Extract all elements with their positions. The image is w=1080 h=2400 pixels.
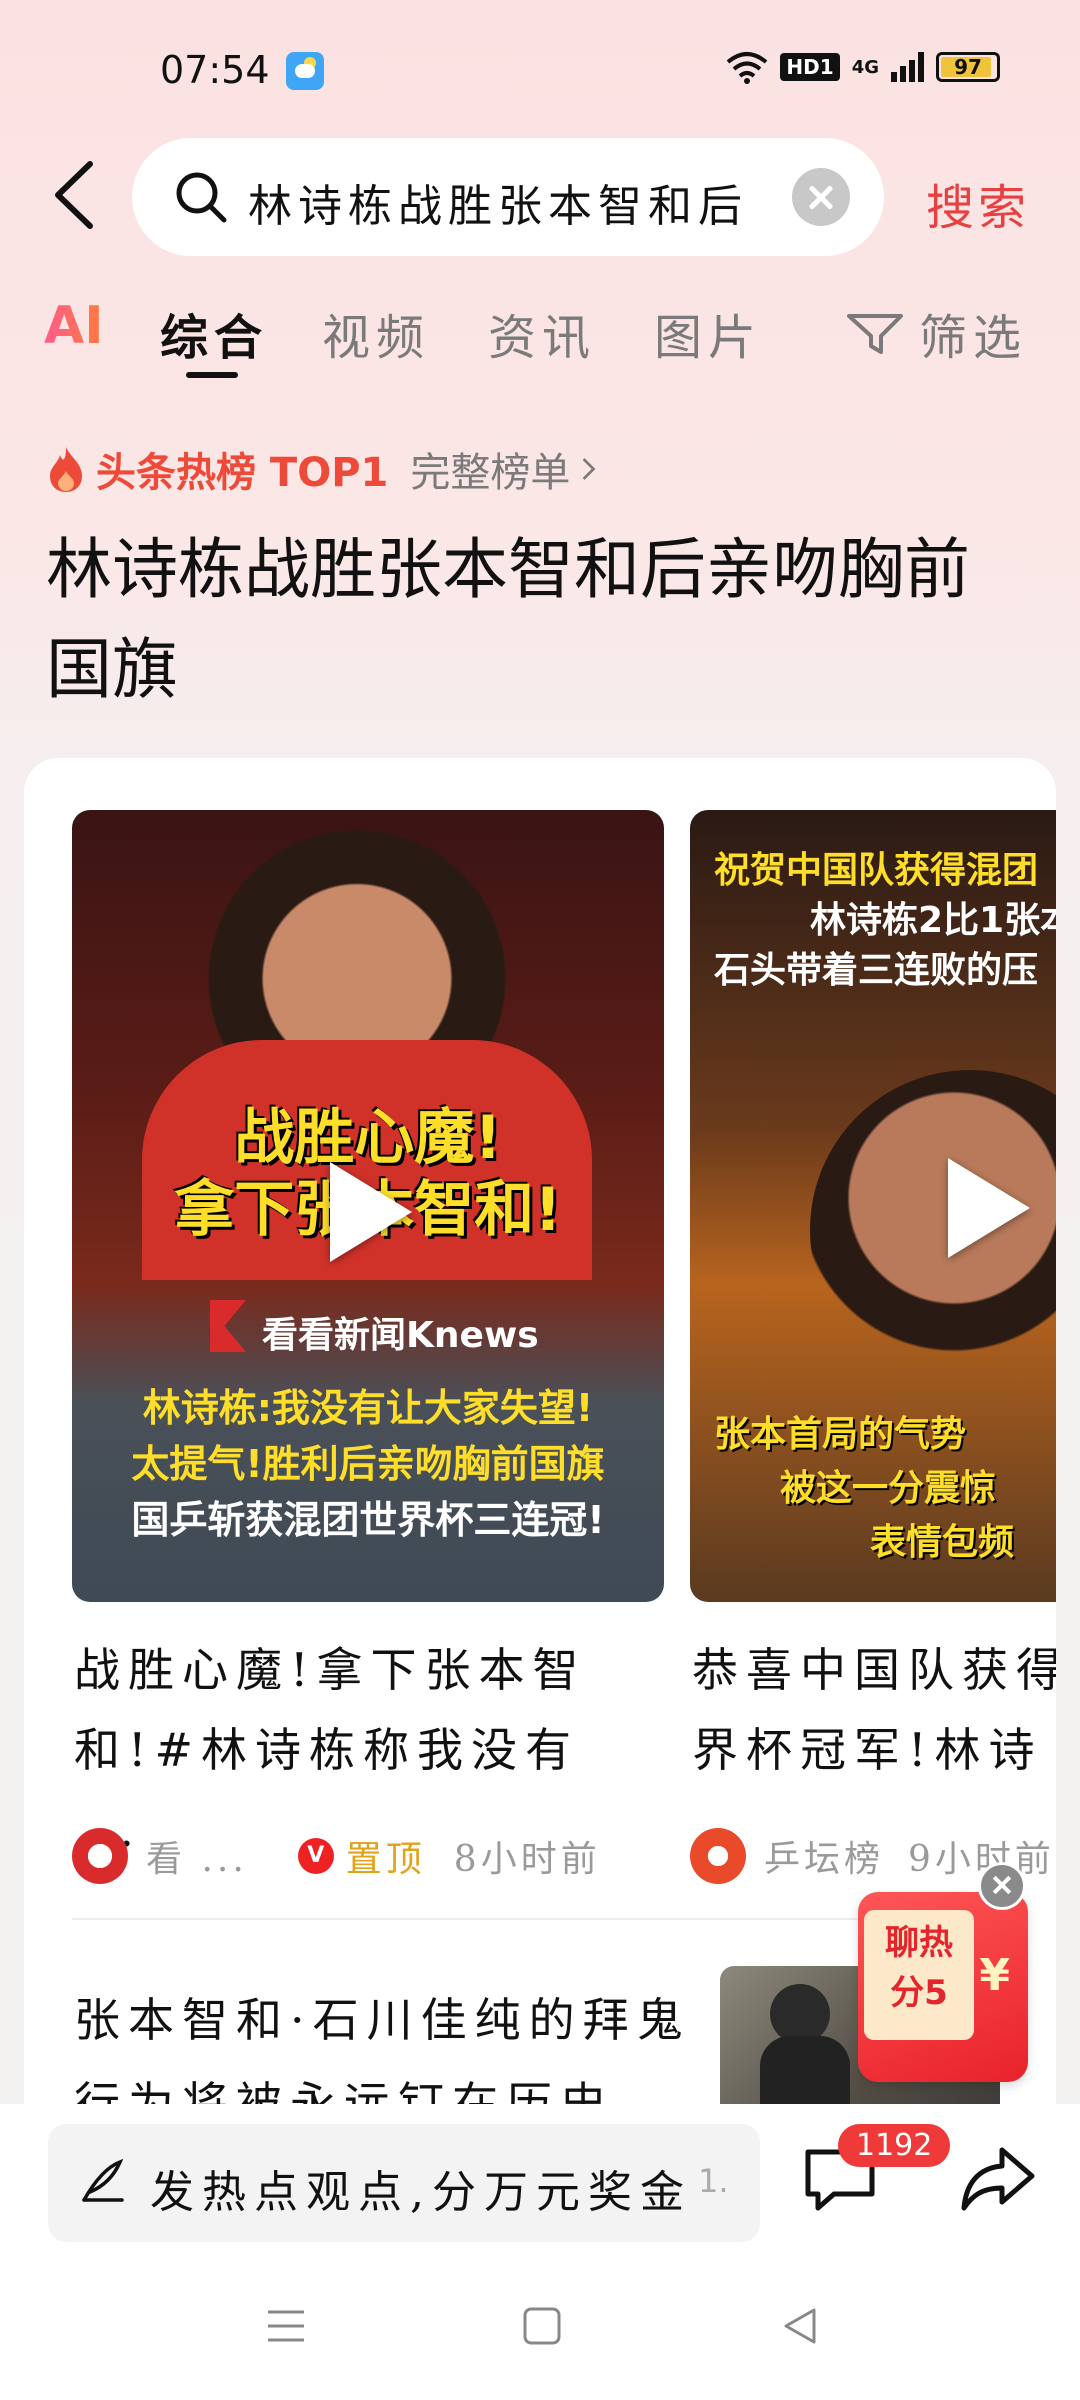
comment-count-badge: 1192 <box>838 2124 951 2167</box>
yen-icon: ¥ <box>979 1950 1010 2001</box>
comment-placeholder: 发热点观点,分万元奖金 <box>150 2167 692 2218</box>
hot-rank-row[interactable]: 头条热榜 TOP1 完整榜单 <box>46 440 598 498</box>
search-input[interactable]: 林诗栋战胜张本智和后 <box>132 138 884 256</box>
active-tab-indicator <box>186 372 238 378</box>
play-icon <box>330 1162 412 1262</box>
share-icon[interactable] <box>958 2144 1038 2214</box>
fire-icon <box>50 447 82 492</box>
wifi-icon <box>727 52 768 84</box>
tab-ai[interactable]: AI <box>44 296 104 356</box>
thumb-figure <box>770 1984 830 2044</box>
battery-level: 97 <box>954 55 982 79</box>
comment-bar: 发热点观点,分万元奖金 1. 1192 <box>0 2104 1080 2254</box>
clear-search-button[interactable] <box>792 168 850 226</box>
filter-icon <box>847 314 903 354</box>
system-nav-bar <box>0 2254 1080 2400</box>
video-brand: 看看新闻Knews <box>262 1315 539 1356</box>
source-name[interactable]: 看 ... <box>146 1830 248 1882</box>
video-caption-3: 国乒斩获混团世界杯三连冠! <box>131 1498 605 1542</box>
result-title-2[interactable]: 恭喜中国队获得 界杯冠军!林诗 <box>692 1630 1056 1790</box>
source-avatar[interactable] <box>690 1828 746 1884</box>
play-icon <box>948 1158 1030 1258</box>
menu-icon[interactable] <box>266 2306 306 2346</box>
video2-overlay-2: 林诗栋2比1张本 <box>810 900 1056 941</box>
red-envelope-button[interactable]: 聊热 分5 ¥ <box>858 1892 1028 2082</box>
status-icons: HD1 4G 97 <box>726 50 1000 84</box>
search-button[interactable]: 搜索 <box>926 168 1030 238</box>
comment-hint: 1. <box>698 2162 729 2200</box>
result-meta-1: 看 ... V 置顶 8小时前 <box>72 1828 601 1884</box>
video2-overlay-4: 张本首局的气势 <box>714 1414 967 1455</box>
network-type: 4G <box>851 56 879 78</box>
filter-label: 筛选 <box>919 310 1028 366</box>
knews-logo-icon <box>210 1300 246 1352</box>
battery-icon: 97 <box>936 52 1000 82</box>
filter-button[interactable]: 筛选 <box>845 298 1027 368</box>
red-envelope-line-2: 分5 <box>890 1973 948 2013</box>
hot-rank-label: 头条热榜 TOP1 <box>96 450 389 496</box>
pen-icon <box>82 2158 124 2202</box>
verified-badge-icon: V <box>297 1838 334 1874</box>
comment-input[interactable]: 发热点观点,分万元奖金 1. <box>48 2124 760 2242</box>
publish-time: 8小时前 <box>453 1839 601 1880</box>
back-arrow-icon[interactable] <box>50 160 100 230</box>
video-thumbnail-2[interactable]: 祝贺中国队获得混团 林诗栋2比1张本 石头带着三连败的压 张本首局的气势 被这一… <box>690 810 1056 1602</box>
red-envelope-line-1: 聊热 <box>885 1923 953 1963</box>
video2-overlay-3: 石头带着三连败的压 <box>714 950 1039 991</box>
result-title-2-line-1: 恭喜中国队获得 <box>692 1643 1056 1697</box>
red-envelope-card: 聊热 分5 <box>864 1910 974 2040</box>
status-bar: 07:54 HD1 4G 97 <box>0 0 1080 130</box>
tab-comprehensive[interactable]: 综合 <box>160 298 268 368</box>
weather-icon <box>286 52 324 90</box>
home-icon[interactable] <box>522 2306 562 2346</box>
signal-icon <box>891 52 924 82</box>
full-ranking-link[interactable]: 完整榜单 <box>410 440 570 498</box>
video-thumbnail-1[interactable]: 战胜心魔! 拿下张本智和! 看看新闻Knews 林诗栋:我没有让大家失望! 太提… <box>72 810 664 1602</box>
result-title-2-line-2: 界杯冠军!林诗 <box>692 1723 1043 1777</box>
video2-overlay-6: 表情包频 <box>870 1522 1015 1563</box>
tab-news[interactable]: 资讯 <box>488 298 596 368</box>
source-avatar[interactable] <box>72 1828 128 1884</box>
video2-overlay-5: 被这一分震惊 <box>780 1468 997 1509</box>
back-icon[interactable] <box>780 2306 820 2346</box>
tab-video[interactable]: 视频 <box>322 298 430 368</box>
video-caption-1: 林诗栋:我没有让大家失望! <box>142 1386 594 1430</box>
result-tabs: AI 综合 视频 资讯 图片 筛选 <box>0 290 1080 390</box>
chevron-right-icon <box>583 458 596 480</box>
video-caption-2: 太提气!胜利后亲吻胸前国旗 <box>131 1442 605 1486</box>
hd-icon: HD1 <box>780 53 840 81</box>
source-name[interactable]: 乒坛榜 <box>764 1830 884 1882</box>
video2-overlay-1: 祝贺中国队获得混团 <box>714 850 1039 891</box>
tab-images[interactable]: 图片 <box>654 298 762 368</box>
close-red-envelope-button[interactable] <box>978 1862 1026 1910</box>
search-icon <box>176 172 227 223</box>
pinned-label: 置顶 <box>345 1839 426 1880</box>
search-query: 林诗栋战胜张本智和后 <box>248 181 748 232</box>
clock: 07:54 <box>160 48 270 92</box>
hot-headline[interactable]: 林诗栋战胜张本智和后亲吻胸前国旗 <box>46 520 1026 720</box>
